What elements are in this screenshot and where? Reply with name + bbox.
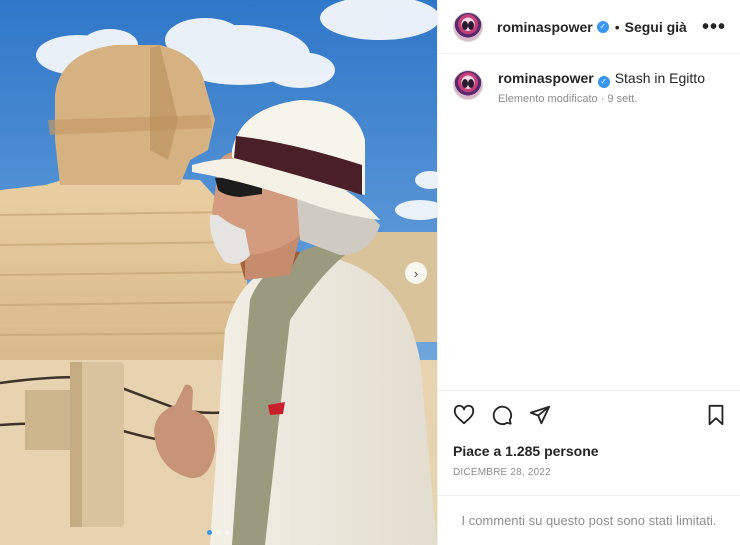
header-separator: •: [614, 18, 620, 35]
caption-avatar[interactable]: [453, 70, 483, 100]
post-header: rominaspower ✓ • Segui già •••: [438, 0, 740, 54]
caption-body: rominaspower ✓ Stash in Egitto Elemento mo…: [498, 69, 705, 105]
carousel-dot: [216, 530, 221, 535]
likes-count[interactable]: Piace a 1.285 persone: [438, 439, 740, 459]
post-side-panel: rominaspower ✓ • Segui già ••• rominaspo…: [437, 0, 740, 545]
comment-icon[interactable]: [490, 403, 514, 427]
caption-text: Stash in Egitto: [614, 70, 705, 86]
action-icons-row: [438, 391, 740, 439]
post-date[interactable]: DICEMBRE 28, 2022: [438, 459, 740, 478]
avatar[interactable]: [453, 11, 483, 42]
post-photo: [0, 0, 437, 545]
verified-badge-icon: ✓: [596, 20, 609, 33]
caption-username[interactable]: rominaspower: [498, 70, 594, 86]
post-media[interactable]: ›: [0, 0, 437, 545]
header-username[interactable]: rominaspower: [497, 19, 593, 35]
following-button[interactable]: Segui già: [625, 19, 687, 35]
heart-icon[interactable]: [452, 403, 476, 427]
post-caption: rominaspower ✓ Stash in Egitto Elemento mo…: [438, 54, 740, 105]
more-options-icon[interactable]: •••: [702, 17, 726, 37]
share-icon[interactable]: [528, 403, 552, 427]
carousel-dot: [207, 530, 212, 535]
comments-limited-notice: I commenti su questo post sono stati lim…: [438, 495, 740, 545]
post-actions: Piace a 1.285 persone DICEMBRE 28, 2022: [438, 390, 740, 478]
caption-meta: Elemento modificato · 9 sett.: [498, 93, 638, 105]
carousel-dot: [225, 530, 230, 535]
verified-badge-icon: ✓: [597, 76, 610, 88]
carousel-next-button[interactable]: ›: [405, 262, 427, 284]
bookmark-icon[interactable]: [704, 403, 728, 427]
carousel-dots: [0, 530, 437, 535]
caption-line: rominaspower ✓ Stash in Egitto: [498, 69, 705, 88]
